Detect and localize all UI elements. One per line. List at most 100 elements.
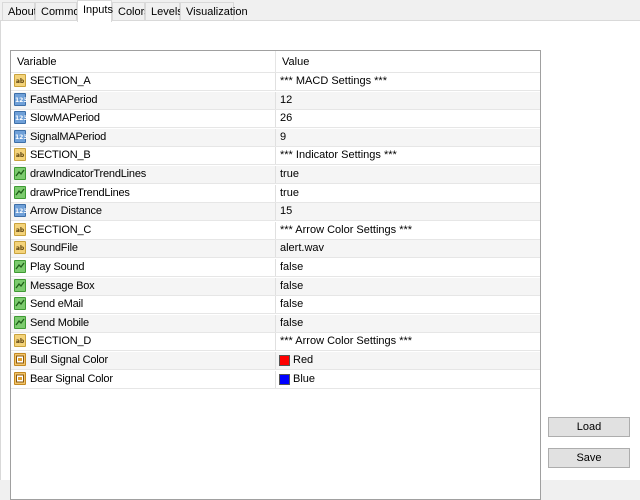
variable-label: Bull Signal Color bbox=[30, 354, 108, 366]
bool-icon bbox=[14, 260, 26, 273]
value-cell[interactable]: Red bbox=[276, 352, 540, 369]
variable-label: SlowMAPeriod bbox=[30, 112, 100, 125]
ab-icon: ab bbox=[14, 148, 26, 162]
variable-cell: ab SECTION_C bbox=[11, 221, 276, 239]
variable-label: SECTION_A bbox=[30, 75, 91, 87]
variable-cell: 123 Arrow Distance bbox=[11, 203, 276, 221]
value-cell[interactable]: *** MACD Settings *** bbox=[276, 73, 540, 90]
value-text: false bbox=[280, 298, 304, 311]
variable-cell: Send Mobile bbox=[11, 314, 276, 332]
variable-label: drawIndicatorTrendLines bbox=[30, 168, 147, 180]
value-cell[interactable]: *** Arrow Color Settings *** bbox=[276, 333, 540, 350]
table-row[interactable]: drawIndicatorTrendLines true bbox=[11, 166, 540, 184]
variable-cell: ab SECTION_B bbox=[11, 147, 276, 165]
value-cell[interactable]: false bbox=[276, 278, 540, 295]
color-swatch[interactable] bbox=[279, 355, 290, 366]
value-text: *** Indicator Settings *** bbox=[280, 149, 397, 162]
table-row[interactable]: ab SECTION_C *** Arrow Color Settings *** bbox=[11, 221, 540, 240]
tab-inputs[interactable]: Inputs bbox=[77, 0, 113, 22]
save-button[interactable]: Save bbox=[548, 448, 630, 468]
variable-cell: Play Sound bbox=[11, 259, 276, 276]
number-icon: 123 bbox=[14, 204, 28, 218]
variable-label: Play Sound bbox=[30, 261, 85, 273]
value-text: false bbox=[280, 279, 304, 292]
column-header-value[interactable]: Value bbox=[276, 51, 540, 73]
value-text: *** Arrow Color Settings *** bbox=[280, 335, 413, 348]
variable-label: Bear Signal Color bbox=[30, 372, 113, 385]
table-row[interactable]: 123 SignalMAPeriod 9 bbox=[11, 128, 540, 147]
value-text: 26 bbox=[280, 112, 293, 125]
value-cell[interactable]: true bbox=[276, 185, 540, 202]
bool-icon bbox=[14, 278, 26, 292]
grid-header: Variable Value bbox=[11, 51, 540, 73]
table-row[interactable]: drawPriceTrendLines true bbox=[11, 184, 540, 203]
tab-about[interactable]: About bbox=[2, 2, 37, 20]
value-text: 12 bbox=[280, 93, 293, 106]
value-cell[interactable]: 12 bbox=[276, 92, 540, 109]
value-text: *** Arrow Color Settings *** bbox=[280, 223, 413, 236]
value-cell[interactable]: 26 bbox=[276, 110, 540, 127]
value-cell[interactable]: 15 bbox=[276, 203, 540, 220]
variable-cell: 123 FastMAPeriod bbox=[11, 91, 276, 109]
value-cell[interactable]: alert.wav bbox=[276, 240, 540, 257]
variable-cell: drawIndicatorTrendLines bbox=[11, 166, 276, 183]
ab-icon: ab bbox=[14, 74, 26, 87]
value-text: Red bbox=[293, 354, 314, 366]
table-row[interactable]: ab SoundFile alert.wav bbox=[11, 240, 540, 259]
value-cell[interactable]: false bbox=[276, 315, 540, 332]
value-text: 9 bbox=[280, 130, 287, 143]
tab-colors[interactable]: Colors bbox=[112, 2, 150, 20]
table-row[interactable]: ab SECTION_B *** Indicator Settings *** bbox=[11, 147, 540, 166]
column-header-variable[interactable]: Variable bbox=[11, 51, 276, 73]
load-button[interactable]: Load bbox=[548, 417, 630, 437]
table-row[interactable]: 123 SlowMAPeriod 26 bbox=[11, 110, 540, 129]
value-cell[interactable]: true bbox=[276, 166, 540, 183]
table-row[interactable]: Send eMail false bbox=[11, 296, 540, 315]
tab-common[interactable]: Common bbox=[35, 2, 86, 20]
value-text: false bbox=[280, 316, 304, 329]
inputs-grid: Variable Value ab SECTION_A *** MACD Setti… bbox=[10, 50, 541, 500]
value-cell[interactable]: false bbox=[276, 259, 540, 276]
variable-label: SECTION_C bbox=[30, 223, 92, 236]
table-row[interactable]: ab SECTION_A *** MACD Settings *** bbox=[11, 73, 540, 91]
table-row[interactable]: 123 Arrow Distance 15 bbox=[11, 203, 540, 222]
color-swatch[interactable] bbox=[279, 373, 290, 385]
table-row[interactable]: ab SECTION_D *** Arrow Color Settings *** bbox=[11, 333, 540, 352]
ab-icon: ab bbox=[14, 334, 26, 348]
value-text: true bbox=[280, 186, 299, 199]
variable-cell: ab SECTION_D bbox=[11, 333, 276, 351]
table-row[interactable]: 123 FastMAPeriod 12 bbox=[11, 91, 540, 110]
number-icon: 123 bbox=[14, 92, 28, 106]
variable-label: SoundFile bbox=[30, 242, 78, 255]
value-cell[interactable]: *** Arrow Color Settings *** bbox=[276, 222, 540, 239]
ab-icon: ab bbox=[14, 241, 26, 255]
variable-label: Arrow Distance bbox=[30, 205, 102, 218]
table-row[interactable]: Bear Signal Color Blue bbox=[11, 370, 540, 389]
table-row[interactable]: Message Box false bbox=[11, 277, 540, 296]
value-text: true bbox=[280, 168, 299, 180]
table-row[interactable]: Play Sound false bbox=[11, 259, 540, 277]
value-cell[interactable]: *** Indicator Settings *** bbox=[276, 147, 540, 164]
value-text: false bbox=[280, 261, 304, 273]
variable-cell: 123 SlowMAPeriod bbox=[11, 110, 276, 128]
variable-label: SignalMAPeriod bbox=[30, 130, 107, 143]
value-text: 15 bbox=[280, 205, 293, 218]
color-icon bbox=[14, 371, 26, 385]
tab-visualization[interactable]: Visualization bbox=[180, 2, 248, 20]
value-text: Blue bbox=[293, 372, 316, 385]
bool-icon bbox=[14, 297, 26, 311]
tab-levels[interactable]: Levels bbox=[145, 2, 183, 20]
value-cell[interactable]: Blue bbox=[276, 371, 540, 388]
variable-cell: Message Box bbox=[11, 277, 276, 295]
tab-bar: About Common Inputs Colors Levels Visual… bbox=[0, 0, 640, 22]
value-cell[interactable]: false bbox=[276, 296, 540, 313]
variable-cell: drawPriceTrendLines bbox=[11, 184, 276, 202]
value-cell[interactable]: 9 bbox=[276, 129, 540, 146]
variable-label: SECTION_D bbox=[30, 335, 92, 348]
table-row[interactable]: Bull Signal Color Red bbox=[11, 352, 540, 370]
table-row[interactable]: Send Mobile false bbox=[11, 314, 540, 333]
bool-icon bbox=[14, 167, 26, 180]
inputs-panel: Variable Value ab SECTION_A *** MACD Setti… bbox=[0, 21, 640, 500]
variable-cell: ab SECTION_A bbox=[11, 73, 276, 90]
variable-label: SECTION_B bbox=[30, 149, 91, 162]
